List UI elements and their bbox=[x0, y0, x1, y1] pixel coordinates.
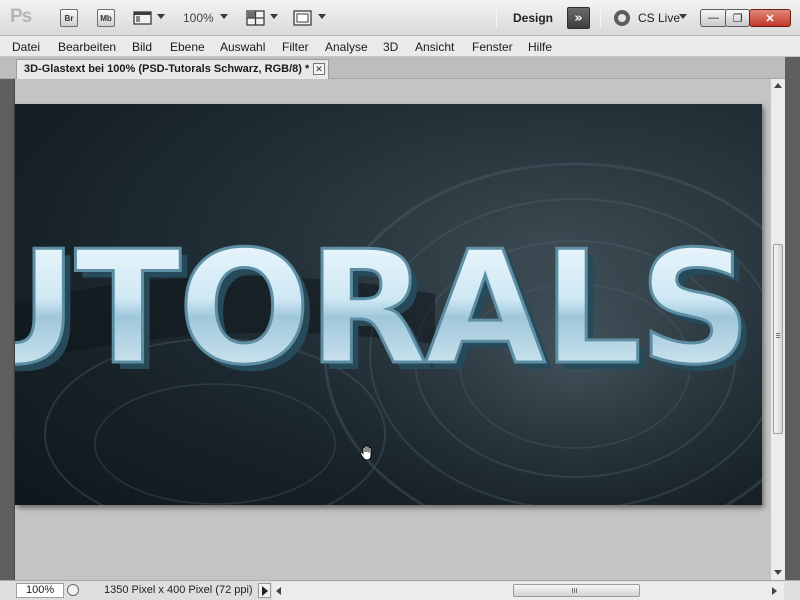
screen-mode-icon[interactable] bbox=[293, 10, 313, 26]
launch-bridge-button[interactable]: Br bbox=[60, 9, 78, 27]
more-workspaces-button[interactable]: » bbox=[567, 7, 590, 29]
restore-icon: ❐ bbox=[732, 12, 743, 25]
menu-filter[interactable]: Filter bbox=[282, 40, 309, 54]
horizontal-scrollbar[interactable] bbox=[272, 582, 784, 600]
scroll-right-arrow-icon[interactable] bbox=[772, 587, 777, 595]
bridge-label: Br bbox=[64, 13, 74, 23]
status-bar: 100% 1350 Pixel x 400 Pixel (72 ppi) bbox=[0, 580, 800, 600]
document-tab-strip: 3D-Glastext bei 100% (PSD-Tutorals Schwa… bbox=[0, 57, 800, 79]
hand-cursor-icon bbox=[359, 445, 372, 461]
scroll-left-arrow-icon[interactable] bbox=[276, 587, 281, 595]
arrange-docs-icon[interactable] bbox=[246, 10, 266, 26]
restore-button[interactable]: ❐ bbox=[725, 9, 750, 27]
menu-3d[interactable]: 3D bbox=[383, 40, 398, 54]
minibridge-label: Mb bbox=[100, 13, 112, 23]
menu-auswahl[interactable]: Auswahl bbox=[220, 40, 265, 54]
menu-bearbeiten[interactable]: Bearbeiten bbox=[58, 40, 116, 54]
minimize-button[interactable]: — bbox=[700, 9, 727, 27]
double-chevron-icon: » bbox=[574, 10, 583, 26]
appbar-separator bbox=[600, 8, 601, 28]
menu-analyse[interactable]: Analyse bbox=[325, 40, 368, 54]
document-tab-title: 3D-Glastext bei 100% (PSD-Tutorals Schwa… bbox=[24, 63, 310, 75]
menu-datei[interactable]: Datei bbox=[12, 40, 40, 54]
document-tab[interactable]: 3D-Glastext bei 100% (PSD-Tutorals Schwa… bbox=[16, 59, 329, 79]
tools-panel-edge bbox=[0, 79, 15, 580]
status-menu-button[interactable] bbox=[258, 583, 271, 598]
horizontal-scroll-thumb[interactable] bbox=[513, 584, 640, 597]
scroll-down-arrow-icon[interactable] bbox=[774, 570, 782, 575]
frame-icon[interactable] bbox=[133, 10, 153, 26]
menu-bild[interactable]: Bild bbox=[132, 40, 152, 54]
menu-ebene[interactable]: Ebene bbox=[170, 40, 205, 54]
vertical-scrollbar[interactable] bbox=[770, 79, 785, 580]
scroll-up-arrow-icon[interactable] bbox=[774, 83, 782, 88]
cs-live-menu[interactable]: CS Live bbox=[638, 11, 680, 25]
document-dimensions: 1350 Pixel x 400 Pixel (72 ppi) bbox=[104, 584, 253, 596]
zoom-level-dropdown[interactable]: 100% bbox=[183, 11, 214, 25]
canvas-artwork: UTORALS UTORALS bbox=[15, 124, 762, 505]
document-canvas[interactable]: UTORALS UTORALS bbox=[15, 104, 762, 505]
close-icon: ✕ bbox=[765, 12, 775, 25]
view-extras-dropdown-caret[interactable] bbox=[157, 14, 165, 19]
arrange-docs-caret[interactable] bbox=[270, 14, 278, 19]
menu-bar: Datei Bearbeiten Bild Ebene Auswahl Filt… bbox=[0, 36, 800, 57]
screen-mode-caret[interactable] bbox=[318, 14, 326, 19]
panel-dock-edge bbox=[785, 57, 800, 580]
scroll-grip-icon bbox=[572, 588, 573, 593]
menu-ansicht[interactable]: Ansicht bbox=[415, 40, 454, 54]
application-bar: Ps Br Mb 100% Design » CS Live — ❐ ✕ bbox=[0, 0, 800, 36]
zoom-field[interactable]: 100% bbox=[16, 583, 64, 598]
menu-hilfe[interactable]: Hilfe bbox=[528, 40, 552, 54]
glass-text: UTORALS bbox=[15, 217, 748, 399]
zoom-dropdown-caret[interactable] bbox=[220, 14, 228, 19]
cs-live-icon[interactable] bbox=[614, 10, 630, 26]
vertical-scroll-thumb[interactable] bbox=[773, 244, 783, 434]
close-document-icon[interactable]: ✕ bbox=[313, 63, 325, 75]
workspace-switcher[interactable]: Design bbox=[513, 11, 553, 25]
launch-minibridge-button[interactable]: Mb bbox=[97, 9, 115, 27]
play-arrow-icon bbox=[262, 586, 268, 596]
menu-fenster[interactable]: Fenster bbox=[472, 40, 513, 54]
minimize-icon: — bbox=[708, 12, 719, 24]
appbar-separator bbox=[496, 8, 497, 28]
scroll-grip-icon bbox=[776, 333, 780, 334]
close-window-button[interactable]: ✕ bbox=[749, 9, 791, 27]
photoshop-logo: Ps bbox=[10, 6, 32, 27]
cs-live-caret[interactable] bbox=[679, 14, 687, 19]
status-clock-icon[interactable] bbox=[67, 584, 79, 596]
